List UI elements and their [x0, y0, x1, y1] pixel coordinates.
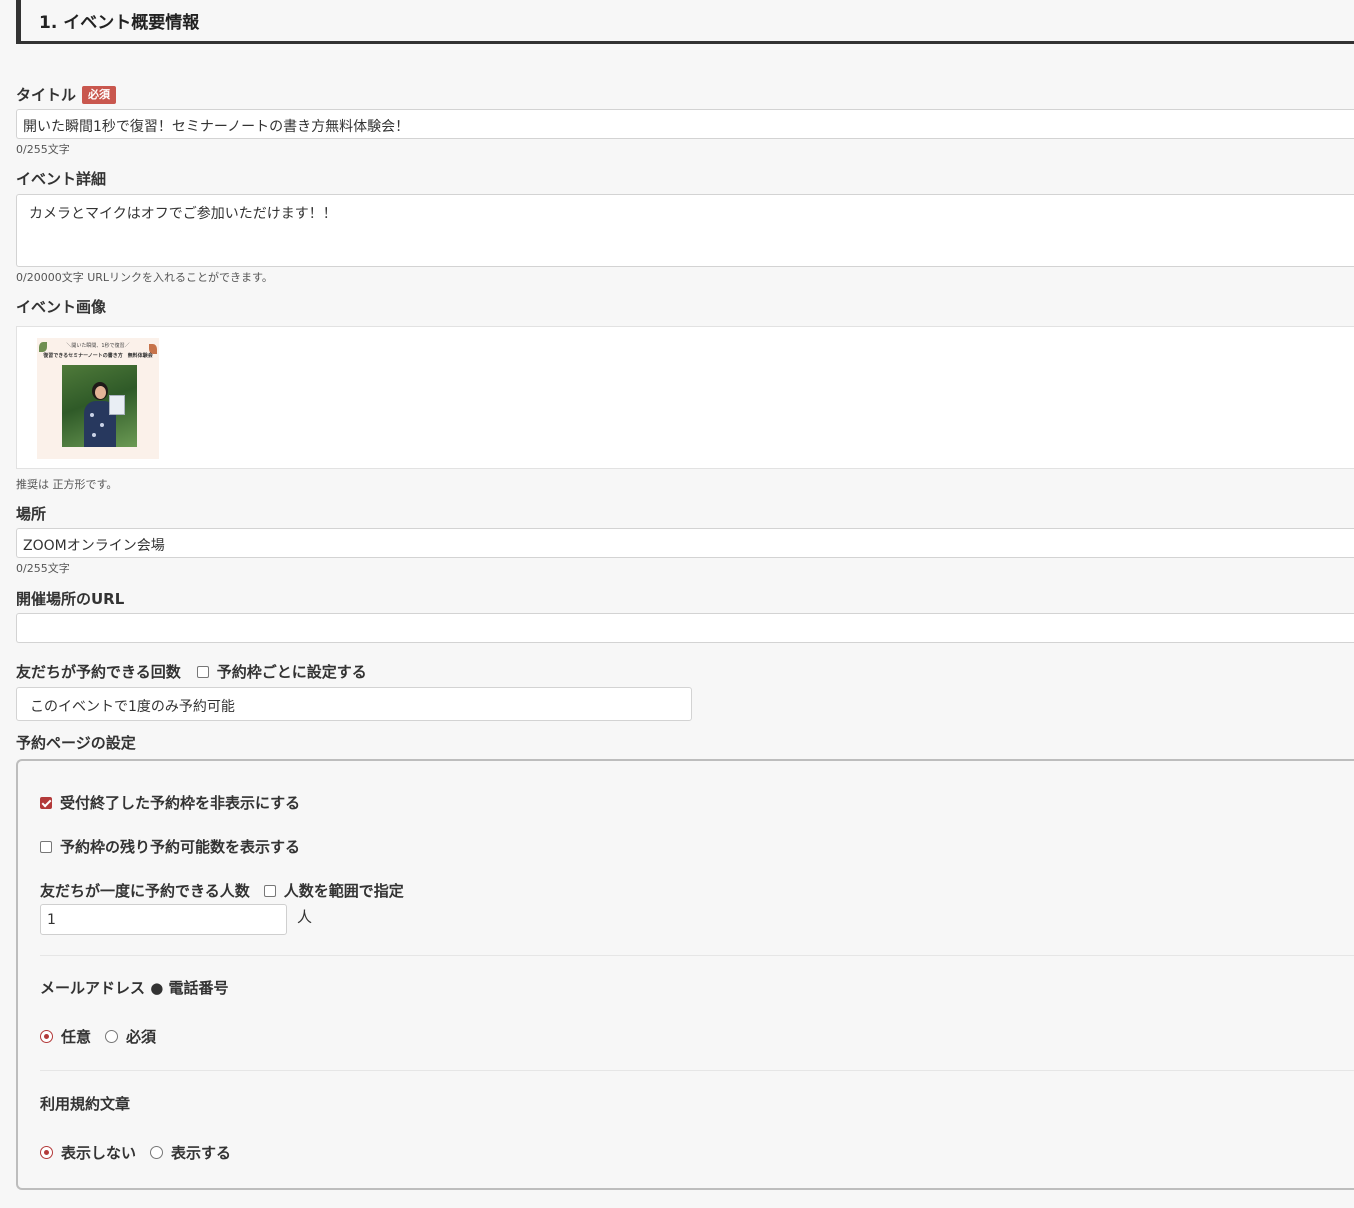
section-title: 1. イベント概要情報 — [39, 13, 200, 33]
location-counter: 0/255文字 — [16, 562, 70, 575]
contact-optional-label[interactable]: 任意 — [61, 1026, 91, 1047]
divider — [40, 955, 1354, 956]
event-image-thumbnail[interactable]: ＼開いた瞬間、1秒で復習／ 復習できるセミナーノートの書き方 無料体験会 — [37, 338, 159, 459]
image-label: イベント画像 — [16, 298, 107, 316]
hide-closed-label[interactable]: 受付終了した予約枠を非表示にする — [60, 792, 300, 813]
people-unit: 人 — [297, 908, 313, 926]
detail-label: イベント詳細 — [16, 170, 107, 188]
reserve-count-label: 友だちが予約できる回数 — [16, 663, 181, 681]
terms-hide-radio[interactable] — [40, 1146, 53, 1159]
contact-radio-group: 任意 必須 — [40, 1026, 156, 1047]
show-remaining-label[interactable]: 予約枠の残り予約可能数を表示する — [60, 836, 300, 857]
contact-label: メールアドレス ● 電話番号 — [40, 979, 229, 997]
image-helper: 推奨は 正方形です。 — [16, 478, 118, 491]
title-input[interactable]: 開いた瞬間1秒で復習！セミナーノートの書き方無料体験会！ — [16, 109, 1354, 139]
people-label-row: 友だちが一度に予約できる人数 人数を範囲で指定 — [40, 880, 404, 901]
show-remaining-row[interactable]: 予約枠の残り予約可能数を表示する — [40, 836, 300, 857]
required-badge: 必須 — [82, 85, 117, 104]
page-settings-label: 予約ページの設定 — [16, 734, 136, 752]
thumb-photo — [62, 365, 137, 447]
reserve-count-select[interactable]: このイベントで1度のみ予約可能 — [16, 687, 692, 721]
terms-label: 利用規約文章 — [40, 1095, 131, 1113]
reserve-count-label-row: 友だちが予約できる回数 予約枠ごとに設定する — [16, 661, 367, 682]
people-input[interactable]: 1 — [40, 904, 287, 935]
contact-required-label[interactable]: 必須 — [126, 1026, 156, 1047]
people-label: 友だちが一度に予約できる人数 — [40, 882, 250, 900]
contact-required-radio[interactable] — [105, 1030, 119, 1043]
terms-hide-label[interactable]: 表示しない — [61, 1142, 136, 1163]
title-label: タイトル — [16, 86, 77, 104]
detail-helper: 0/20000文字 URLリンクを入れることができます。 — [16, 271, 273, 284]
terms-show-label[interactable]: 表示する — [171, 1142, 231, 1163]
hide-closed-checkbox[interactable] — [40, 796, 52, 809]
section-header: 1. イベント概要情報 — [16, 0, 1354, 44]
page-settings-panel: 受付終了した予約枠を非表示にする 予約枠の残り予約可能数を表示する 友だちが一度… — [16, 759, 1354, 1190]
divider — [40, 1070, 1354, 1071]
detail-textarea[interactable]: カメラとマイクはオフでご参加いただけます！！ — [16, 194, 1354, 267]
range-checkbox[interactable] — [263, 884, 276, 897]
thumb-caption-2: 復習できるセミナーノートの書き方 無料体験会 — [43, 353, 153, 359]
thumb-caption-1: ＼開いた瞬間、1秒で復習／ — [66, 343, 130, 349]
terms-radio-group: 表示しない 表示する — [40, 1142, 231, 1163]
image-upload-area[interactable]: ＼開いた瞬間、1秒で復習／ 復習できるセミナーノートの書き方 無料体験会 — [16, 326, 1354, 469]
url-label: 開催場所のURL — [16, 590, 125, 608]
contact-optional-radio[interactable] — [40, 1030, 53, 1043]
per-slot-label[interactable]: 予約枠ごとに設定する — [217, 661, 367, 682]
hide-closed-row[interactable]: 受付終了した予約枠を非表示にする — [40, 792, 300, 813]
location-label: 場所 — [16, 505, 47, 523]
terms-show-radio[interactable] — [150, 1146, 164, 1159]
range-label[interactable]: 人数を範囲で指定 — [284, 880, 404, 901]
title-label-row: タイトル 必須 — [16, 84, 117, 105]
notebook-figure — [109, 395, 125, 415]
title-counter: 0/255文字 — [16, 143, 70, 156]
per-slot-checkbox[interactable] — [196, 665, 209, 678]
show-remaining-checkbox[interactable] — [40, 840, 52, 853]
location-input[interactable]: ZOOMオンライン会場 — [16, 528, 1354, 558]
url-input[interactable] — [16, 613, 1354, 643]
